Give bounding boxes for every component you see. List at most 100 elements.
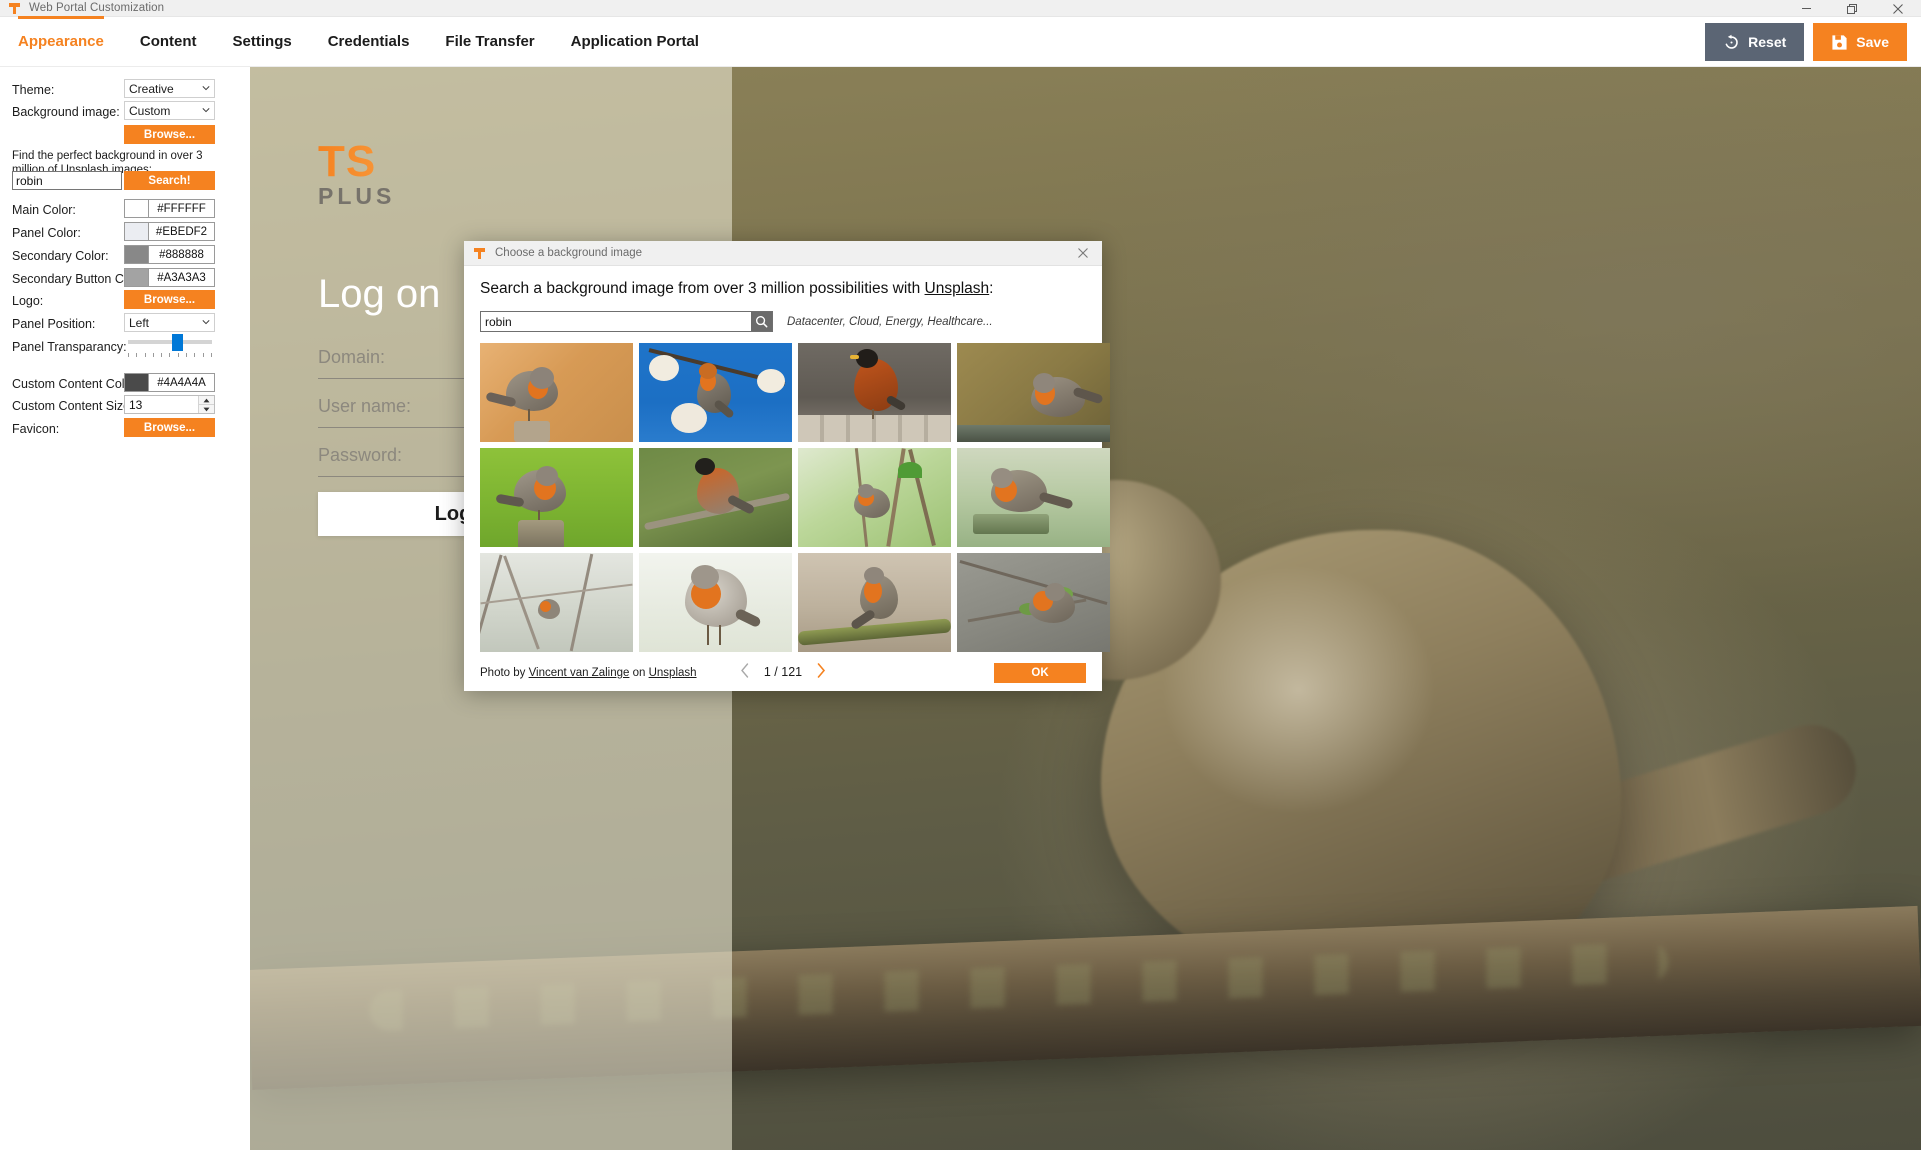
minimize-button[interactable] bbox=[1783, 0, 1829, 17]
field-background-image: Background image: bbox=[12, 101, 120, 123]
dialog-heading: Search a background image from over 3 mi… bbox=[480, 280, 1086, 298]
panel-color-label: Panel Color: bbox=[12, 226, 81, 240]
save-button[interactable]: Save bbox=[1813, 23, 1907, 61]
secondary-color-value: #888888 bbox=[149, 246, 214, 263]
secondary-color-swatch[interactable] bbox=[125, 246, 149, 263]
stepper-up-icon[interactable] bbox=[199, 396, 214, 405]
background-image-label: Background image: bbox=[12, 105, 120, 119]
background-image-select[interactable]: Custom bbox=[124, 101, 215, 120]
secondary-color-field[interactable]: #888888 bbox=[124, 245, 215, 264]
main-color-swatch[interactable] bbox=[125, 200, 149, 217]
window-titlebar: Web Portal Customization bbox=[0, 0, 1921, 17]
field-custom-content-size: Custom Content Size: bbox=[12, 395, 134, 417]
dialog-footer: Photo by Vincent van Zalinge on Unsplash… bbox=[464, 655, 1102, 691]
secondary-color-label: Secondary Color: bbox=[12, 249, 109, 263]
thumbnail-1[interactable] bbox=[480, 343, 633, 442]
panel-position-select[interactable]: Left bbox=[124, 313, 215, 332]
dialog-search-input[interactable] bbox=[481, 312, 751, 331]
stepper-down-icon[interactable] bbox=[199, 405, 214, 413]
main-color-label: Main Color: bbox=[12, 203, 76, 217]
favicon-browse-button[interactable]: Browse... bbox=[124, 418, 215, 437]
maximize-button[interactable] bbox=[1829, 0, 1875, 17]
field-logo: Logo: bbox=[12, 290, 43, 312]
custom-content-size-value[interactable]: 13 bbox=[125, 398, 198, 412]
thumbnail-5[interactable] bbox=[480, 448, 633, 547]
app-header: Appearance Content Settings Credentials … bbox=[0, 17, 1921, 67]
slider-track bbox=[128, 340, 212, 344]
tab-credentials[interactable]: Credentials bbox=[310, 17, 428, 67]
secondary-button-color-field[interactable]: #A3A3A3 bbox=[124, 268, 215, 287]
field-panel-color: Panel Color: bbox=[12, 222, 81, 244]
panel-color-field[interactable]: #EBEDF2 bbox=[124, 222, 215, 241]
tab-application-portal[interactable]: Application Portal bbox=[553, 17, 717, 67]
custom-content-color-field[interactable]: #4A4A4A bbox=[124, 373, 215, 392]
dialog-heading-prefix: Search a background image from over 3 mi… bbox=[480, 280, 925, 297]
stepper-arrows bbox=[198, 396, 214, 413]
dialog-heading-suffix: : bbox=[989, 280, 993, 297]
thumbnail-2[interactable] bbox=[639, 343, 792, 442]
theme-select[interactable]: Creative bbox=[124, 79, 215, 98]
dialog-body: Search a background image from over 3 mi… bbox=[464, 266, 1102, 681]
window-controls bbox=[1735, 0, 1921, 17]
dialog-search-hint: Datacenter, Cloud, Energy, Healthcare... bbox=[787, 316, 993, 328]
dialog-search-box bbox=[480, 311, 773, 332]
ts-logo-top: TS bbox=[318, 142, 395, 182]
thumbnail-10[interactable] bbox=[639, 553, 792, 652]
credit-author-link[interactable]: Vincent van Zalinge bbox=[529, 667, 630, 679]
secondary-button-color-swatch[interactable] bbox=[125, 269, 149, 286]
background-browse-button[interactable]: Browse... bbox=[124, 125, 215, 144]
search-icon[interactable] bbox=[751, 312, 772, 331]
thumbnail-9[interactable] bbox=[480, 553, 633, 652]
dialog-title: Choose a background image bbox=[495, 247, 642, 259]
panel-position-select-wrap: Left bbox=[124, 313, 215, 332]
thumbnail-3[interactable] bbox=[798, 343, 951, 442]
field-main-color: Main Color: bbox=[12, 199, 76, 221]
close-button[interactable] bbox=[1875, 0, 1921, 17]
theme-label: Theme: bbox=[12, 83, 54, 97]
unsplash-search-input-wrap bbox=[12, 171, 122, 190]
slider-ticks bbox=[128, 353, 212, 358]
unsplash-link[interactable]: Unsplash bbox=[925, 280, 990, 297]
credit-prefix: Photo by bbox=[480, 667, 529, 679]
credit-source-link[interactable]: Unsplash bbox=[649, 667, 697, 679]
panel-transparency-label: Panel Transparancy: bbox=[12, 340, 127, 354]
logo-label: Logo: bbox=[12, 294, 43, 308]
panel-position-label: Panel Position: bbox=[12, 317, 95, 331]
unsplash-search-button[interactable]: Search! bbox=[124, 171, 215, 190]
custom-content-color-swatch[interactable] bbox=[125, 374, 149, 391]
main-color-field[interactable]: #FFFFFF bbox=[124, 199, 215, 218]
thumbnail-8[interactable] bbox=[957, 448, 1110, 547]
logon-heading: Log on bbox=[318, 272, 440, 317]
reset-button-label: Reset bbox=[1748, 34, 1786, 50]
tab-appearance[interactable]: Appearance bbox=[0, 17, 122, 67]
dialog-close-button[interactable] bbox=[1064, 241, 1102, 266]
tab-content[interactable]: Content bbox=[122, 17, 215, 67]
ts-plus-logo: TS PLUS bbox=[318, 142, 395, 208]
tab-bar: Appearance Content Settings Credentials … bbox=[0, 17, 717, 67]
reset-icon bbox=[1723, 34, 1740, 51]
header-actions: Reset Save bbox=[1705, 23, 1907, 61]
thumbnail-4[interactable] bbox=[957, 343, 1110, 442]
unsplash-search-button-wrap: Search! bbox=[124, 171, 215, 190]
ok-button[interactable]: OK bbox=[994, 663, 1086, 683]
field-theme: Theme: bbox=[12, 79, 54, 101]
panel-transparency-slider[interactable] bbox=[128, 334, 212, 356]
thumbnail-11[interactable] bbox=[798, 553, 951, 652]
ts-logo-bottom: PLUS bbox=[318, 184, 395, 208]
custom-content-size-stepper[interactable]: 13 bbox=[124, 395, 215, 414]
window-title: Web Portal Customization bbox=[29, 2, 164, 14]
thumbnail-6[interactable] bbox=[639, 448, 792, 547]
favicon-label: Favicon: bbox=[12, 422, 59, 436]
logo-browse-button[interactable]: Browse... bbox=[124, 290, 215, 309]
reset-button[interactable]: Reset bbox=[1705, 23, 1804, 61]
dialog-titlebar: Choose a background image bbox=[464, 241, 1102, 266]
thumbnail-7[interactable] bbox=[798, 448, 951, 547]
tab-settings[interactable]: Settings bbox=[215, 17, 310, 67]
thumbnail-12[interactable] bbox=[957, 553, 1110, 652]
panel-color-swatch[interactable] bbox=[125, 223, 149, 240]
unsplash-search-input[interactable] bbox=[12, 171, 122, 190]
app-logo-icon bbox=[473, 247, 487, 260]
field-panel-position: Panel Position: bbox=[12, 313, 95, 335]
slider-thumb[interactable] bbox=[172, 334, 183, 351]
tab-file-transfer[interactable]: File Transfer bbox=[427, 17, 552, 67]
